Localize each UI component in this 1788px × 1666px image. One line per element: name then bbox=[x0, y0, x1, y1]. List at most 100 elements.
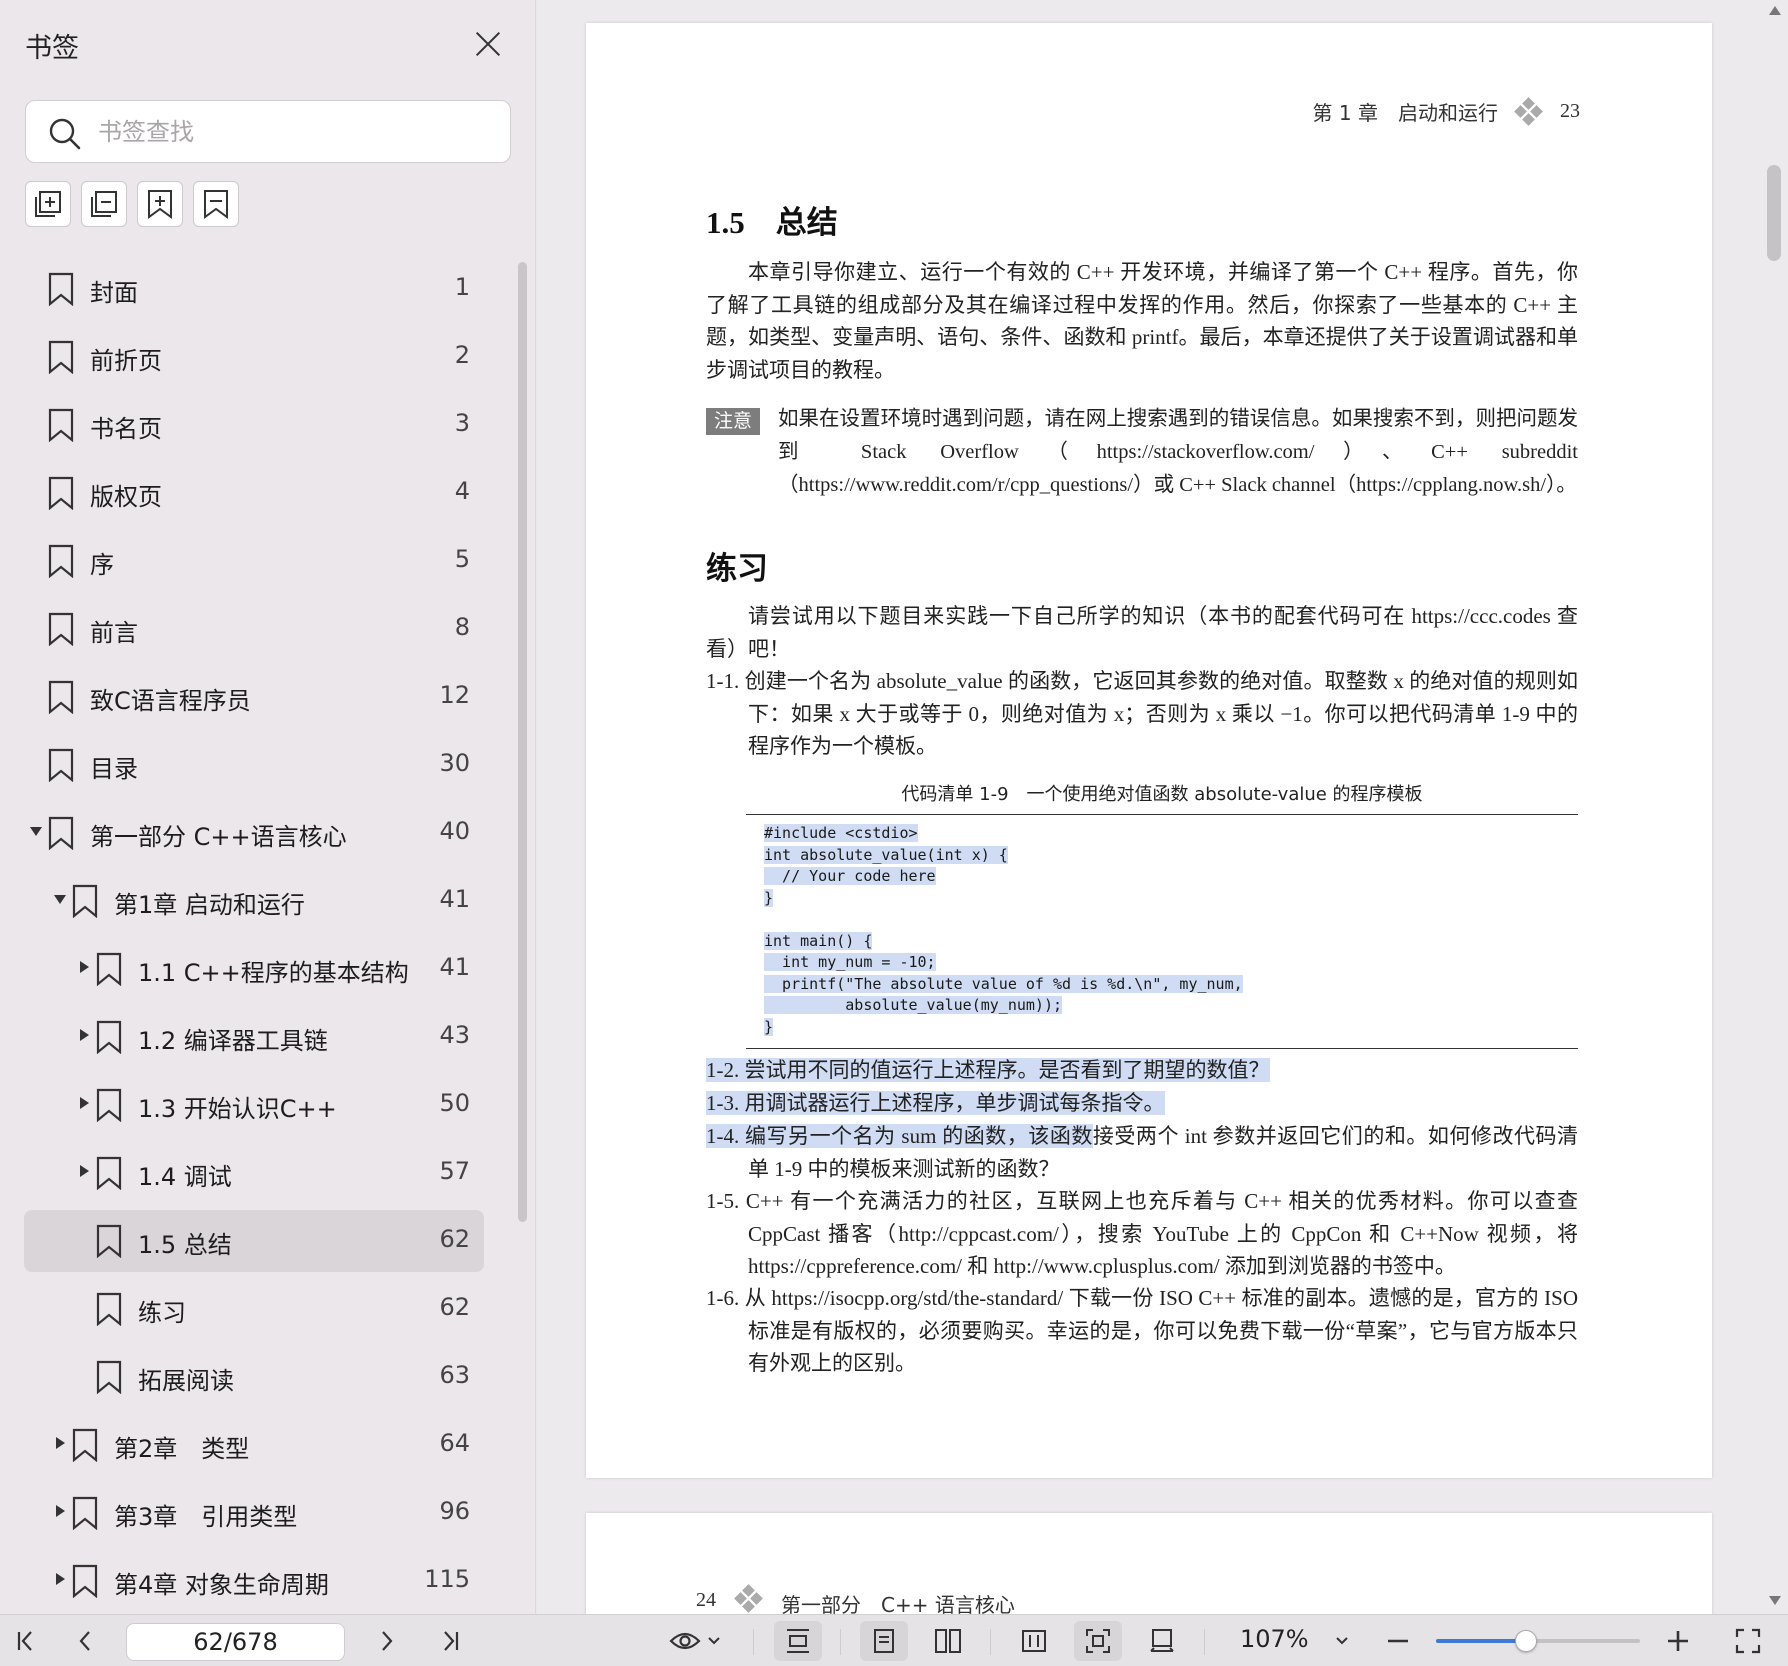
bookmark-item[interactable]: 目录 30 bbox=[24, 734, 484, 796]
expand-arrow-icon[interactable] bbox=[30, 827, 42, 836]
bookmark-item[interactable]: 练习 62 bbox=[24, 1278, 484, 1340]
bookmark-icon bbox=[48, 340, 74, 374]
bookmark-item[interactable]: 第2章 类型 64 bbox=[24, 1414, 484, 1476]
plus-icon bbox=[1668, 1631, 1688, 1651]
first-page-icon bbox=[17, 1631, 32, 1651]
divider bbox=[753, 1629, 754, 1655]
exercise-1-2-text: 1-2. 尝试用不同的值运行上述程序。是否看到了期望的数值？ bbox=[706, 1058, 1270, 1082]
fullscreen-icon bbox=[1735, 1628, 1761, 1654]
bookmark-item[interactable]: 封面 1 bbox=[24, 258, 484, 320]
bookmark-label: 封面 bbox=[90, 279, 138, 307]
bookmark-item[interactable]: 第4章 对象生命周期 115 bbox=[24, 1550, 484, 1612]
fullscreen-button[interactable] bbox=[1730, 1621, 1766, 1661]
zoom-level[interactable]: 107% bbox=[1240, 1625, 1309, 1653]
bookmark-item[interactable]: 第一部分 C++语言核心 40 bbox=[24, 802, 484, 864]
zoom-in-button[interactable] bbox=[1660, 1621, 1696, 1661]
code-line: int absolute_value(int x) { bbox=[764, 845, 1008, 864]
page-number: 23 bbox=[1560, 100, 1580, 122]
next-page-button[interactable] bbox=[368, 1621, 404, 1661]
bookmark-item[interactable]: 前言 8 bbox=[24, 598, 484, 660]
view-mode-button[interactable] bbox=[664, 1621, 726, 1661]
zoom-dropdown[interactable] bbox=[1330, 1621, 1354, 1661]
collapse-arrow-icon[interactable] bbox=[80, 1029, 89, 1041]
code-line: int my_num = -10; bbox=[764, 953, 936, 971]
code-block: #include <cstdio> int absolute_value(int… bbox=[764, 823, 1243, 1038]
bookmark-label: 练习 bbox=[138, 1299, 186, 1327]
bookmark-page-number: 43 bbox=[439, 1021, 470, 1049]
bookmark-item[interactable]: 1.1 C++程序的基本结构 41 bbox=[24, 938, 484, 1000]
bookmark-item[interactable]: 前折页 2 bbox=[24, 326, 484, 388]
sidebar-scrollbar[interactable] bbox=[518, 262, 527, 1222]
fit-page-button[interactable] bbox=[1074, 1621, 1122, 1661]
bookmark-item[interactable]: 1.5 总结 62 bbox=[24, 1210, 484, 1272]
single-page-button[interactable] bbox=[860, 1621, 908, 1661]
scroll-up-arrow-icon[interactable] bbox=[1769, 6, 1781, 15]
listing-caption: 代码清单 1-9 一个使用绝对值函数 absolute-value 的程序模板 bbox=[901, 784, 1423, 805]
search-input[interactable] bbox=[98, 111, 498, 153]
expand-all-icon bbox=[35, 191, 61, 217]
bookmark-item[interactable]: 版权页 4 bbox=[24, 462, 484, 524]
bookmark-icon bbox=[96, 1020, 122, 1054]
close-icon[interactable] bbox=[470, 26, 506, 62]
bookmark-icon bbox=[48, 680, 74, 714]
document-viewer: 第 1 章 启动和运行 23 1.5 总结 本章引导你建立、运行一个有效的 C+… bbox=[537, 0, 1788, 1614]
chevron-right-icon bbox=[382, 1631, 393, 1651]
collapse-arrow-icon[interactable] bbox=[56, 1505, 65, 1517]
zoom-out-button[interactable] bbox=[1380, 1621, 1416, 1661]
bookmark-label: 1.3 开始认识C++ bbox=[138, 1095, 337, 1123]
bookmark-page-number: 41 bbox=[439, 953, 470, 981]
bookmark-item[interactable]: 1.4 调试 57 bbox=[24, 1142, 484, 1204]
previous-page-button[interactable] bbox=[68, 1621, 104, 1661]
bookmark-icon bbox=[72, 1428, 98, 1462]
summary-paragraph: 本章引导你建立、运行一个有效的 C++ 开发环境，并编译了第一个 C++ 程序。… bbox=[706, 260, 1578, 382]
bookmark-page-number: 62 bbox=[439, 1293, 470, 1321]
fit-width-button[interactable] bbox=[1010, 1621, 1058, 1661]
code-line: int main() { bbox=[764, 931, 873, 950]
page-number: 24 bbox=[696, 1589, 716, 1611]
ornament-icon bbox=[734, 1584, 763, 1613]
bookmark-icon bbox=[48, 816, 74, 850]
collapse-arrow-icon[interactable] bbox=[80, 961, 89, 973]
bookmark-icon bbox=[72, 1564, 98, 1598]
bookmark-page-button[interactable] bbox=[193, 181, 239, 227]
collapse-arrow-icon[interactable] bbox=[80, 1097, 89, 1109]
bookmark-item[interactable]: 拓展阅读 63 bbox=[24, 1346, 484, 1408]
bookmark-item[interactable]: 书名页 3 bbox=[24, 394, 484, 456]
code-line: // Your code here bbox=[764, 867, 936, 885]
document-scrollbar[interactable] bbox=[1767, 165, 1781, 261]
first-page-button[interactable] bbox=[8, 1621, 44, 1661]
last-page-button[interactable] bbox=[432, 1621, 468, 1661]
bookmark-search[interactable] bbox=[25, 100, 511, 163]
single-page-icon bbox=[874, 1629, 894, 1653]
exercises-intro: 请尝试用以下题目来实践一下自己所学的知识（本书的配套代码可在 https://c… bbox=[706, 604, 1578, 661]
continuous-scroll-button[interactable] bbox=[774, 1621, 822, 1661]
bookmark-item[interactable]: 第1章 启动和运行 41 bbox=[24, 870, 484, 932]
zoom-slider[interactable] bbox=[1436, 1630, 1640, 1652]
chevron-down-icon bbox=[1336, 1637, 1348, 1645]
bottom-toolbar: 62/678 107% bbox=[0, 1614, 1788, 1666]
bookmark-page-number: 41 bbox=[439, 885, 470, 913]
page-number-input[interactable]: 62/678 bbox=[126, 1623, 345, 1661]
bookmark-item[interactable]: 第3章 引用类型 96 bbox=[24, 1482, 484, 1544]
two-page-button[interactable] bbox=[924, 1621, 972, 1661]
collapse-arrow-icon[interactable] bbox=[56, 1437, 65, 1449]
bookmark-item[interactable]: 1.2 编译器工具链 43 bbox=[24, 1006, 484, 1068]
page-rotate-icon bbox=[1150, 1629, 1174, 1652]
collapse-arrow-icon[interactable] bbox=[80, 1165, 89, 1177]
zoom-slider-thumb[interactable] bbox=[1514, 1630, 1537, 1652]
collapse-all-button[interactable] bbox=[81, 181, 127, 227]
collapse-arrow-icon[interactable] bbox=[56, 1573, 65, 1585]
bookmark-item[interactable]: 序5 bbox=[24, 530, 484, 592]
expand-arrow-icon[interactable] bbox=[54, 895, 66, 904]
bookmark-icon bbox=[48, 408, 74, 442]
bookmark-item[interactable]: 1.3 开始认识C++ 50 bbox=[24, 1074, 484, 1136]
bookmark-item[interactable]: 致C语言程序员 12 bbox=[24, 666, 484, 728]
expand-all-button[interactable] bbox=[25, 181, 71, 227]
bookmark-page-number: 63 bbox=[439, 1361, 470, 1389]
add-bookmark-button[interactable] bbox=[137, 181, 183, 227]
scroll-down-arrow-icon[interactable] bbox=[1769, 1596, 1781, 1605]
rotate-button[interactable] bbox=[1138, 1621, 1186, 1661]
running-head-text: 第一部分 C++ 语言核心 bbox=[781, 1593, 1015, 1614]
bookmark-page-icon bbox=[204, 190, 228, 219]
bookmark-label: 前折页 bbox=[90, 347, 162, 375]
